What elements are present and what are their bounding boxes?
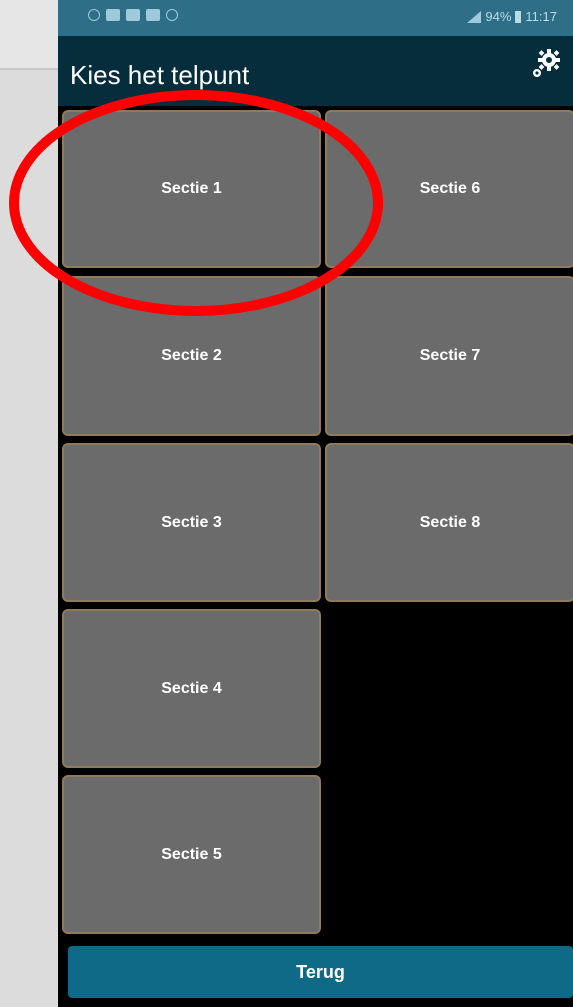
page-title: Kies het telpunt [70, 60, 250, 90]
section-label: Sectie 5 [161, 845, 222, 863]
section-label: Sectie 8 [419, 513, 481, 531]
notification-icon [166, 9, 178, 21]
app-bar: Kies het telpunt [58, 36, 573, 106]
back-button[interactable]: Terug [68, 946, 573, 998]
battery-percent: 94% [485, 9, 512, 24]
section-7-button[interactable]: Sectie 7 [325, 276, 573, 436]
section-label: Sectie 4 [161, 679, 222, 697]
clock: 11:17 [525, 9, 557, 24]
section-8-button[interactable]: Sectie 8 [325, 443, 573, 602]
back-button-label: Terug [296, 961, 345, 982]
notification-icon [88, 9, 100, 21]
image-icon [146, 9, 160, 21]
status-indicators: 94% 11:17 [465, 9, 557, 24]
section-6-button[interactable]: Sectie 6 [325, 110, 573, 268]
section-label: Sectie 7 [419, 347, 481, 364]
status-bar: 94% 11:17 [58, 0, 573, 36]
battery-icon [515, 10, 522, 23]
background-panel [0, 0, 58, 68]
phone-screen: 94% 11:17 Kies het telpunt Sectie 1 Sect… [58, 0, 573, 1007]
notification-icons [88, 9, 178, 21]
background-divider [0, 68, 58, 70]
section-2-button[interactable]: Sectie 2 [62, 276, 321, 436]
section-label: Sectie 6 [419, 180, 481, 197]
section-4-button[interactable]: Sectie 4 [62, 609, 321, 768]
section-label: Sectie 1 [161, 180, 222, 197]
signal-icon [465, 10, 482, 23]
section-grid: Sectie 1 Sectie 2 Sectie 3 Sectie 4 Sect… [58, 106, 573, 936]
section-label: Sectie 3 [161, 513, 222, 531]
gear-icon[interactable] [527, 44, 565, 82]
image-icon [106, 9, 120, 21]
section-3-button[interactable]: Sectie 3 [62, 443, 321, 602]
section-label: Sectie 2 [161, 347, 222, 364]
section-5-button[interactable]: Sectie 5 [62, 775, 321, 934]
section-1-button[interactable]: Sectie 1 [62, 110, 321, 268]
image-icon [126, 9, 140, 21]
